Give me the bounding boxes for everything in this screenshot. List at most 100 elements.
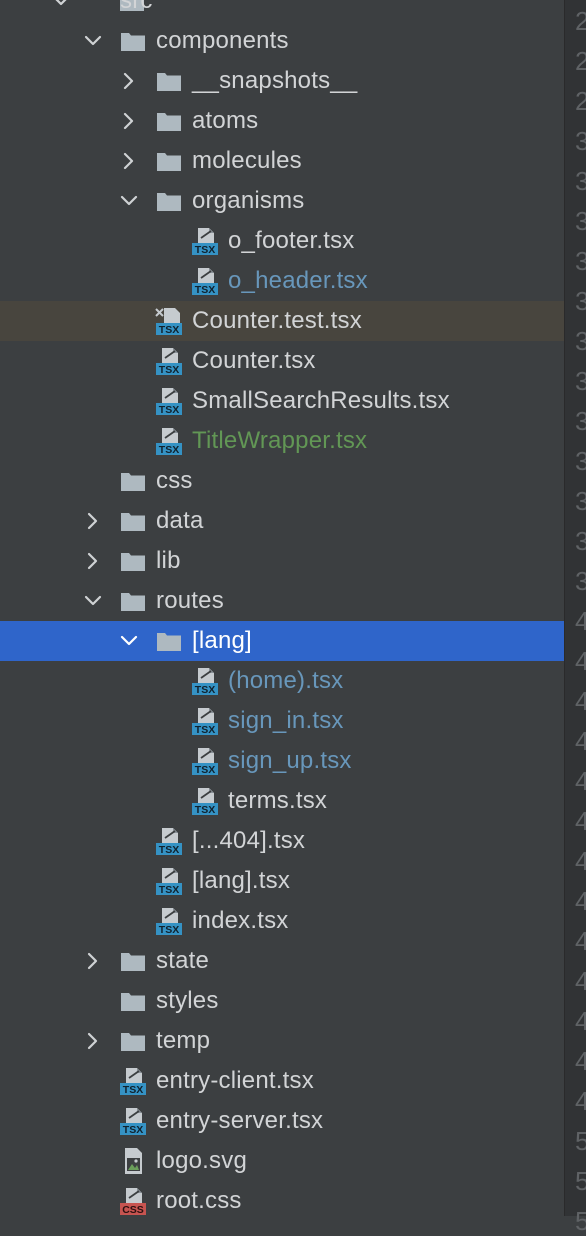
line-number: 4 bbox=[575, 726, 586, 756]
tree-item-label: o_footer.tsx bbox=[228, 227, 355, 254]
tree-item-label: molecules bbox=[192, 147, 302, 174]
tree-item-label: TitleWrapper.tsx bbox=[192, 427, 368, 454]
tree-row-state[interactable]: state bbox=[0, 941, 564, 981]
chevron-right-icon[interactable] bbox=[82, 510, 104, 532]
line-number: 4 bbox=[575, 1006, 586, 1036]
tree-row-lang-tsx[interactable]: TSX [lang].tsx bbox=[0, 861, 564, 901]
folder-icon bbox=[118, 466, 148, 496]
tree-item-label: styles bbox=[156, 987, 219, 1014]
tree-row-entry-client-tsx[interactable]: TSX entry-client.tsx bbox=[0, 1061, 564, 1101]
tree-row-molecules[interactable]: molecules bbox=[0, 141, 564, 181]
chevron-down-icon[interactable] bbox=[50, 0, 72, 12]
tree-item-label: [lang] bbox=[192, 627, 252, 654]
svg-text:TSX: TSX bbox=[159, 364, 179, 376]
svg-text:TSX: TSX bbox=[195, 284, 215, 296]
line-number: 3 bbox=[575, 126, 586, 156]
tsx-file-icon: TSX bbox=[190, 746, 220, 776]
line-number: 4 bbox=[575, 766, 586, 796]
tree-row-titlewrapper-tsx[interactable]: TSX TitleWrapper.tsx bbox=[0, 421, 564, 461]
folder-icon bbox=[118, 506, 148, 536]
line-number: 3 bbox=[575, 446, 586, 476]
tree-row-organisms[interactable]: organisms bbox=[0, 181, 564, 221]
chevron-right-icon[interactable] bbox=[118, 70, 140, 92]
tree-row-counter-tsx[interactable]: TSX Counter.tsx bbox=[0, 341, 564, 381]
svg-image-file-icon bbox=[118, 1146, 148, 1176]
tsx-file-icon: TSX bbox=[190, 786, 220, 816]
tree-row-routes[interactable]: routes bbox=[0, 581, 564, 621]
tree-row-css[interactable]: css bbox=[0, 461, 564, 501]
tree-row-sign-up-tsx[interactable]: TSX sign_up.tsx bbox=[0, 741, 564, 781]
chevron-down-icon[interactable] bbox=[118, 190, 140, 212]
tree-row-snapshots[interactable]: __snapshots__ bbox=[0, 61, 564, 101]
tree-row-temp[interactable]: temp bbox=[0, 1021, 564, 1061]
line-number: 4 bbox=[575, 1086, 586, 1116]
tree-row-counter-test-tsx[interactable]: TSX Counter.test.tsx bbox=[0, 301, 564, 341]
tsx-file-icon: TSX bbox=[154, 346, 184, 376]
tree-item-label: entry-server.tsx bbox=[156, 1107, 324, 1134]
test-tsx-file-icon: TSX bbox=[154, 306, 184, 336]
svg-text:TSX: TSX bbox=[123, 1124, 143, 1136]
tree-item-label: routes bbox=[156, 587, 224, 614]
chevron-right-icon[interactable] bbox=[82, 950, 104, 972]
tree-item-label: components bbox=[156, 27, 289, 54]
tree-item-label: root.css bbox=[156, 1187, 242, 1214]
line-number: 3 bbox=[575, 526, 586, 556]
line-number: 4 bbox=[575, 606, 586, 636]
tree-row-o-footer-tsx[interactable]: TSX o_footer.tsx bbox=[0, 221, 564, 261]
tree-row-lib[interactable]: lib bbox=[0, 541, 564, 581]
tree-item-label: index.tsx bbox=[192, 907, 289, 934]
tree-row-smallsearchresults-tsx[interactable]: TSX SmallSearchResults.tsx bbox=[0, 381, 564, 421]
tree-row-data[interactable]: data bbox=[0, 501, 564, 541]
line-number: 4 bbox=[575, 806, 586, 836]
line-number: 2 bbox=[575, 86, 586, 116]
tree-row-index-tsx[interactable]: TSX index.tsx bbox=[0, 901, 564, 941]
chevron-right-icon[interactable] bbox=[82, 550, 104, 572]
line-number: 4 bbox=[575, 966, 586, 996]
tree-row-styles[interactable]: styles bbox=[0, 981, 564, 1021]
folder-icon bbox=[154, 146, 184, 176]
svg-text:TSX: TSX bbox=[195, 764, 215, 776]
tsx-file-icon: TSX bbox=[154, 426, 184, 456]
tree-row-root-css[interactable]: CSS root.css bbox=[0, 1181, 564, 1221]
tree-row-sign-in-tsx[interactable]: TSX sign_in.tsx bbox=[0, 701, 564, 741]
chevron-right-icon[interactable] bbox=[118, 150, 140, 172]
tree-item-label: [lang].tsx bbox=[192, 867, 291, 894]
folder-icon bbox=[118, 986, 148, 1016]
tsx-file-icon: TSX bbox=[190, 666, 220, 696]
chevron-down-icon[interactable] bbox=[82, 590, 104, 612]
folder-icon bbox=[118, 586, 148, 616]
folder-icon bbox=[118, 546, 148, 576]
chevron-right-icon[interactable] bbox=[82, 1030, 104, 1052]
tree-row-entry-server-tsx[interactable]: TSX entry-server.tsx bbox=[0, 1101, 564, 1141]
svg-text:TSX: TSX bbox=[159, 924, 179, 936]
tree-item-label: o_header.tsx bbox=[228, 267, 368, 294]
tsx-file-icon: TSX bbox=[190, 706, 220, 736]
tree-row-lang[interactable]: [lang] bbox=[0, 621, 564, 661]
line-number: 3 bbox=[575, 286, 586, 316]
tree-item-label: (home).tsx bbox=[228, 667, 344, 694]
tree-row-components[interactable]: components bbox=[0, 21, 564, 61]
folder-icon bbox=[154, 626, 184, 656]
line-number: 3 bbox=[575, 246, 586, 276]
tree-row-o-header-tsx[interactable]: TSX o_header.tsx bbox=[0, 261, 564, 301]
tree-row-atoms[interactable]: atoms bbox=[0, 101, 564, 141]
chevron-right-icon[interactable] bbox=[118, 110, 140, 132]
folder-icon bbox=[118, 1026, 148, 1056]
svg-text:TSX: TSX bbox=[195, 244, 215, 256]
tsx-file-icon: TSX bbox=[118, 1066, 148, 1096]
tree-row-logo-svg[interactable]: logo.svg bbox=[0, 1141, 564, 1181]
line-number: 3 bbox=[575, 486, 586, 516]
tree-row-src[interactable]: src bbox=[0, 0, 564, 21]
tree-item-label: SmallSearchResults.tsx bbox=[192, 387, 450, 414]
svg-text:TSX: TSX bbox=[159, 884, 179, 896]
tree-item-label: __snapshots__ bbox=[192, 67, 358, 94]
tree-row-terms-tsx[interactable]: TSX terms.tsx bbox=[0, 781, 564, 821]
tree-row-home-tsx[interactable]: TSX (home).tsx bbox=[0, 661, 564, 701]
tsx-file-icon: TSX bbox=[154, 866, 184, 896]
chevron-down-icon[interactable] bbox=[118, 630, 140, 652]
css-file-icon: CSS bbox=[118, 1186, 148, 1216]
svg-text:TSX: TSX bbox=[195, 804, 215, 816]
tree-row-404-tsx[interactable]: TSX [...404].tsx bbox=[0, 821, 564, 861]
chevron-down-icon[interactable] bbox=[82, 30, 104, 52]
line-number: 5 bbox=[575, 1126, 586, 1156]
